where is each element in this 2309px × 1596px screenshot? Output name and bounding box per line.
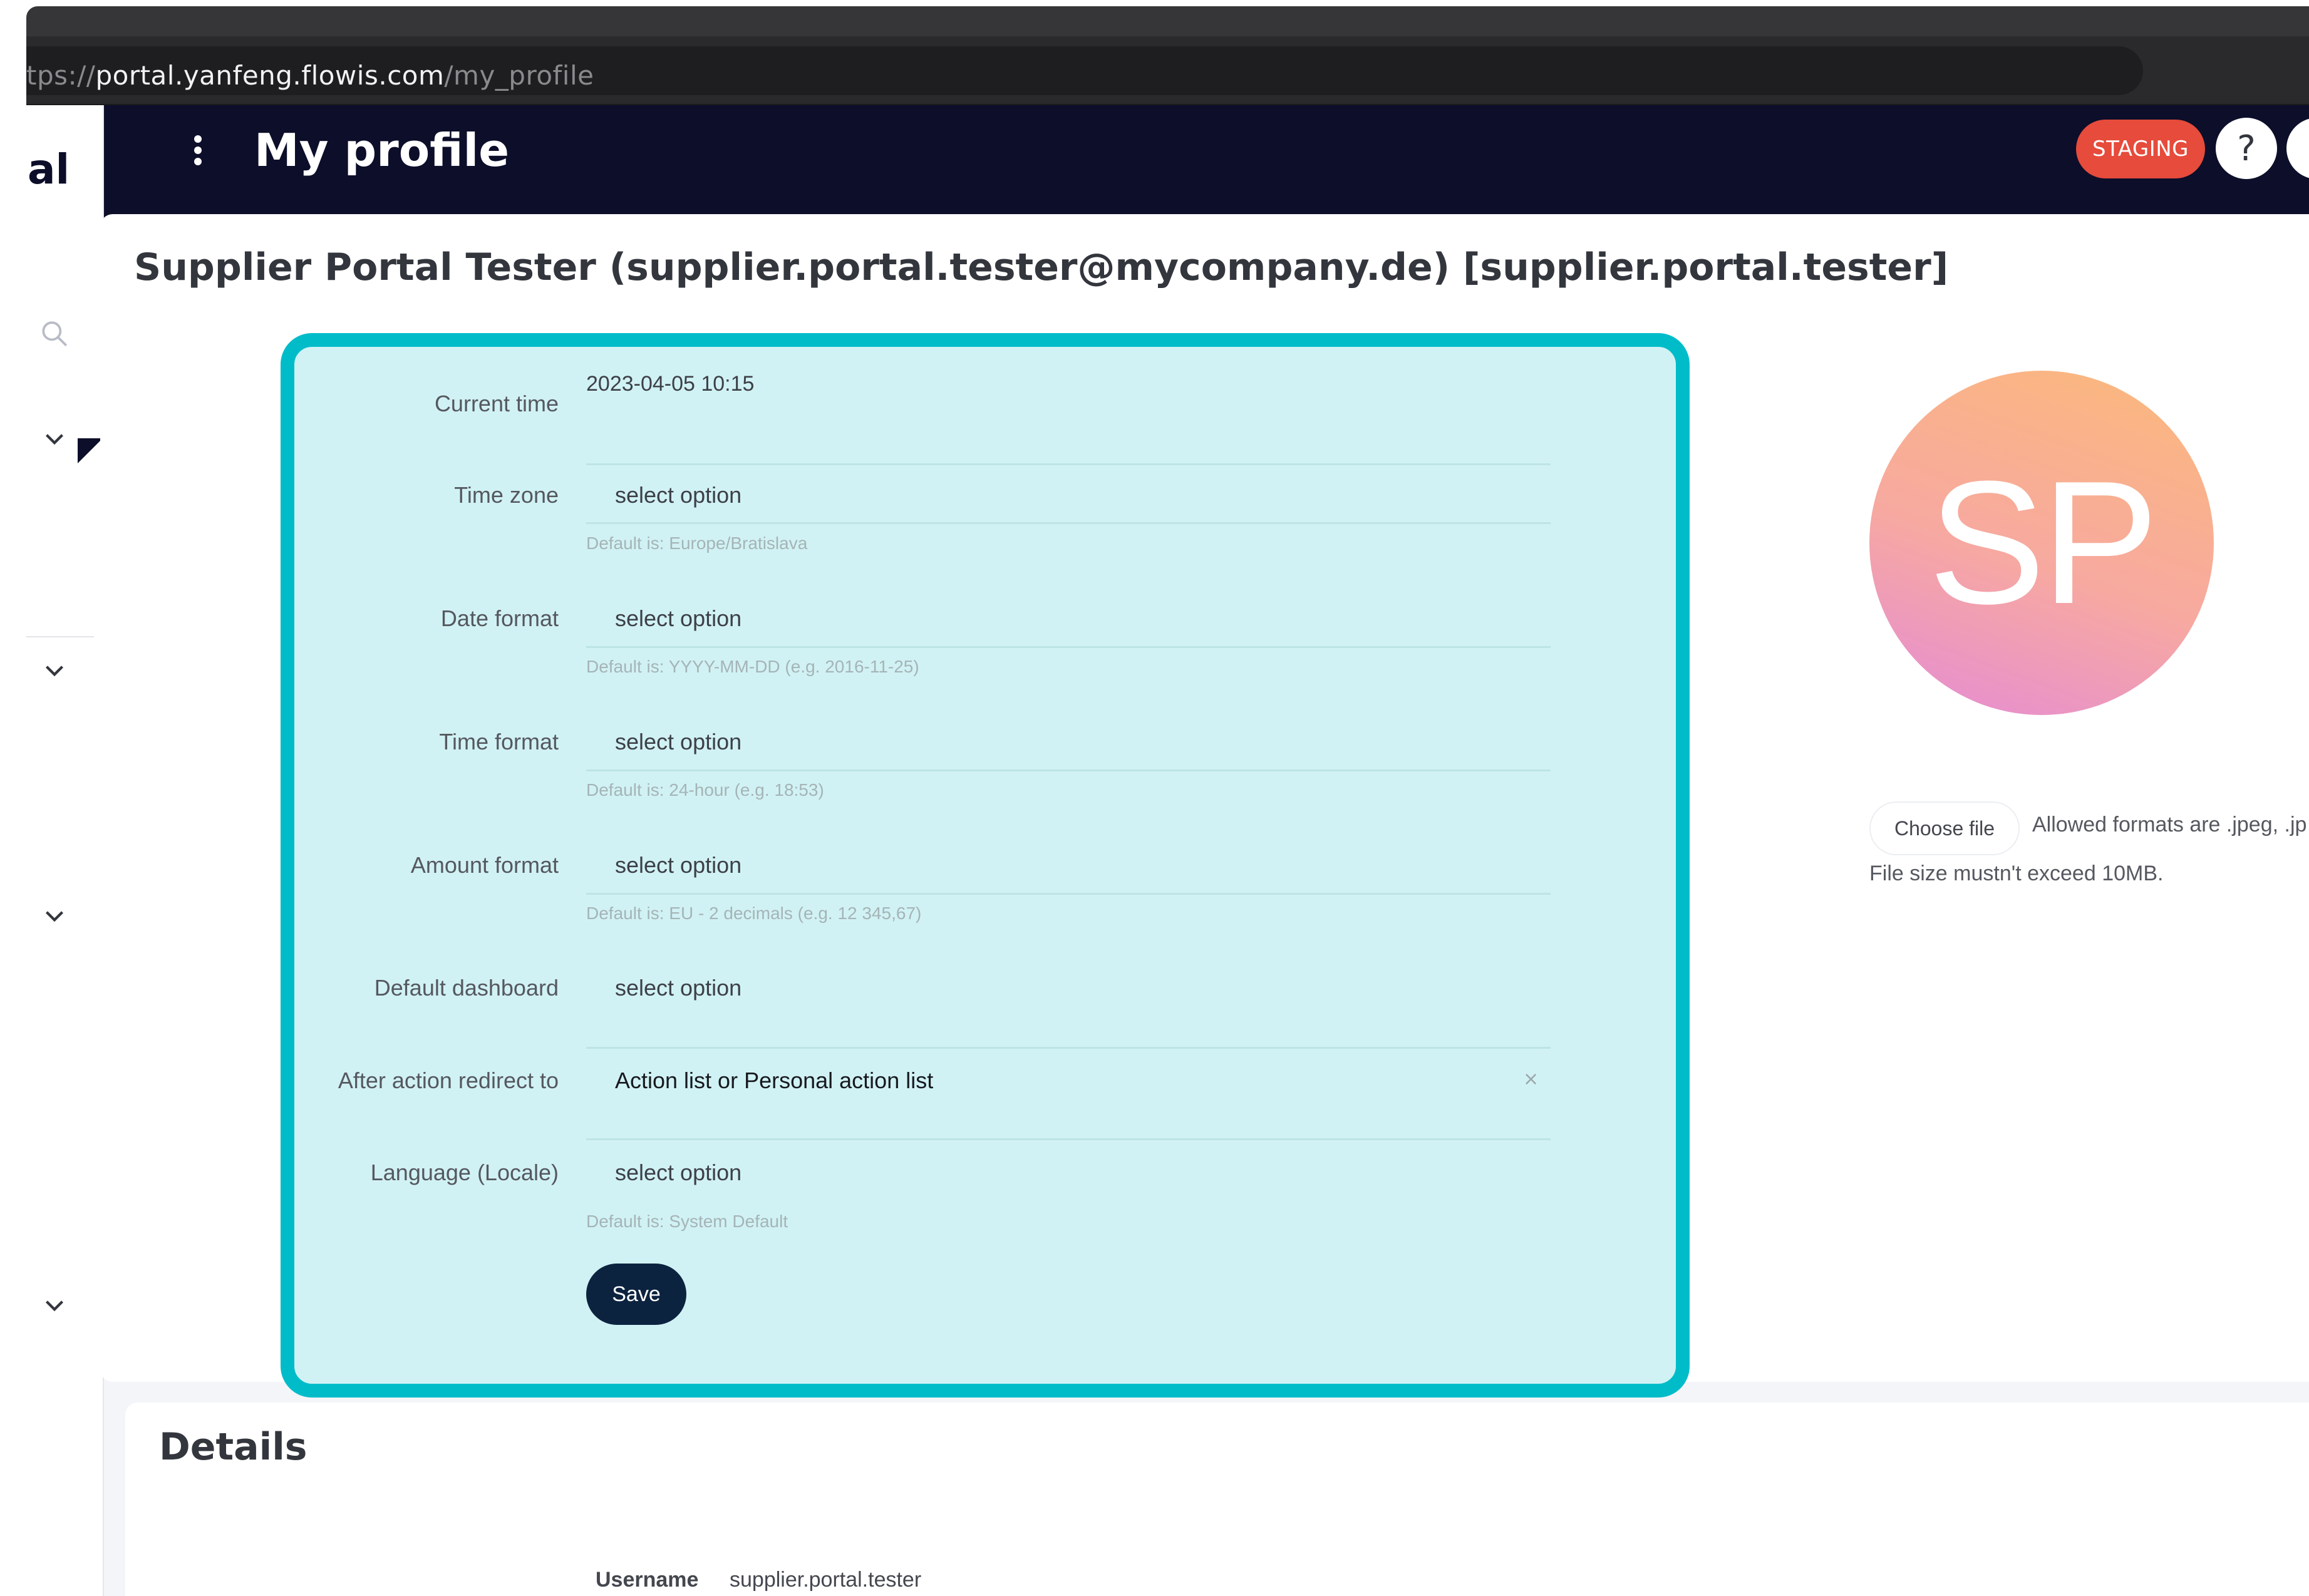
username-value: supplier.portal.tester xyxy=(730,1568,922,1592)
sidebar: al xyxy=(26,105,104,1596)
details-heading: Details xyxy=(159,1425,307,1469)
current-time-divider xyxy=(586,463,1551,465)
amount-format-hint: Default is: EU - 2 decimals (e.g. 12 345… xyxy=(586,904,922,923)
time-format-underline xyxy=(586,770,1551,771)
after-action-label: After action redirect to xyxy=(338,1068,559,1093)
url-host: portal.yanfeng.flowis.com xyxy=(95,60,445,91)
chevron-down-icon[interactable] xyxy=(39,900,70,932)
date-format-underline xyxy=(586,646,1551,648)
url-prefix: tps:// xyxy=(26,60,96,91)
time-zone-hint: Default is: Europe/Bratislava xyxy=(586,533,808,553)
file-size-note: File size mustn't exceed 10MB. xyxy=(1869,862,2164,885)
date-format-label: Date format xyxy=(440,605,559,631)
date-format-select[interactable]: select option xyxy=(615,605,741,632)
sidebar-divider xyxy=(26,636,94,637)
after-action-select[interactable]: Action list or Personal action list xyxy=(615,1068,933,1094)
default-dashboard-select[interactable]: select option xyxy=(615,975,741,1001)
time-zone-label: Time zone xyxy=(454,482,559,508)
time-format-hint: Default is: 24-hour (e.g. 18:53) xyxy=(586,780,824,800)
amount-format-underline xyxy=(586,893,1551,895)
clear-selection-icon[interactable]: × xyxy=(1523,1068,1539,1090)
amount-format-label: Amount format xyxy=(410,852,559,878)
browser-tab-strip xyxy=(26,6,2309,36)
current-time-value: 2023-04-05 10:15 xyxy=(586,372,755,396)
default-dashboard-label: Default dashboard xyxy=(374,975,559,1001)
profile-heading: Supplier Portal Tester (supplier.portal.… xyxy=(134,245,1949,289)
allowed-formats-note: Allowed formats are .jpeg, .jp xyxy=(2032,813,2307,837)
avatar: SP xyxy=(1869,371,2214,715)
language-hint: Default is: System Default xyxy=(586,1212,788,1231)
notifications-button[interactable] xyxy=(2286,118,2309,179)
chevron-down-icon[interactable] xyxy=(39,1290,70,1321)
language-label: Language (Locale) xyxy=(370,1160,559,1185)
language-select[interactable]: select option xyxy=(615,1160,741,1186)
app-header: My profile STAGING ? xyxy=(104,105,2309,224)
url-path: /my_profile xyxy=(444,60,594,91)
kebab-menu-icon[interactable] xyxy=(185,131,210,182)
username-label: Username xyxy=(596,1568,699,1592)
chevron-down-icon[interactable] xyxy=(39,423,70,455)
time-format-label: Time format xyxy=(439,729,559,754)
amount-format-select[interactable]: select option xyxy=(615,852,741,878)
save-button[interactable]: Save xyxy=(586,1264,686,1325)
chevron-down-icon[interactable] xyxy=(39,655,70,686)
address-url[interactable]: tps://portal.yanfeng.flowis.com/my_profi… xyxy=(26,60,594,91)
address-bar[interactable]: tps://portal.yanfeng.flowis.com/my_profi… xyxy=(26,46,2143,95)
time-zone-underline xyxy=(586,522,1551,524)
browser-toolbar: tps://portal.yanfeng.flowis.com/my_profi… xyxy=(26,36,2309,105)
choose-file-button[interactable]: Choose file xyxy=(1869,801,2020,855)
search-icon[interactable] xyxy=(39,318,70,349)
header-corner-decoration xyxy=(78,438,103,463)
sidebar-app-title: al xyxy=(28,145,70,193)
default-dashboard-underline xyxy=(586,1047,1551,1049)
time-zone-select[interactable]: select option xyxy=(615,482,741,508)
after-action-underline xyxy=(586,1138,1551,1140)
staging-badge: STAGING xyxy=(2076,120,2205,178)
time-format-select[interactable]: select option xyxy=(615,729,741,755)
date-format-hint: Default is: YYYY-MM-DD (e.g. 2016-11-25) xyxy=(586,657,919,676)
page-title: My profile xyxy=(254,124,510,177)
help-button[interactable]: ? xyxy=(2216,118,2277,179)
current-time-label: Current time xyxy=(434,391,559,416)
details-card: Details Username supplier.portal.tester xyxy=(125,1403,2309,1596)
